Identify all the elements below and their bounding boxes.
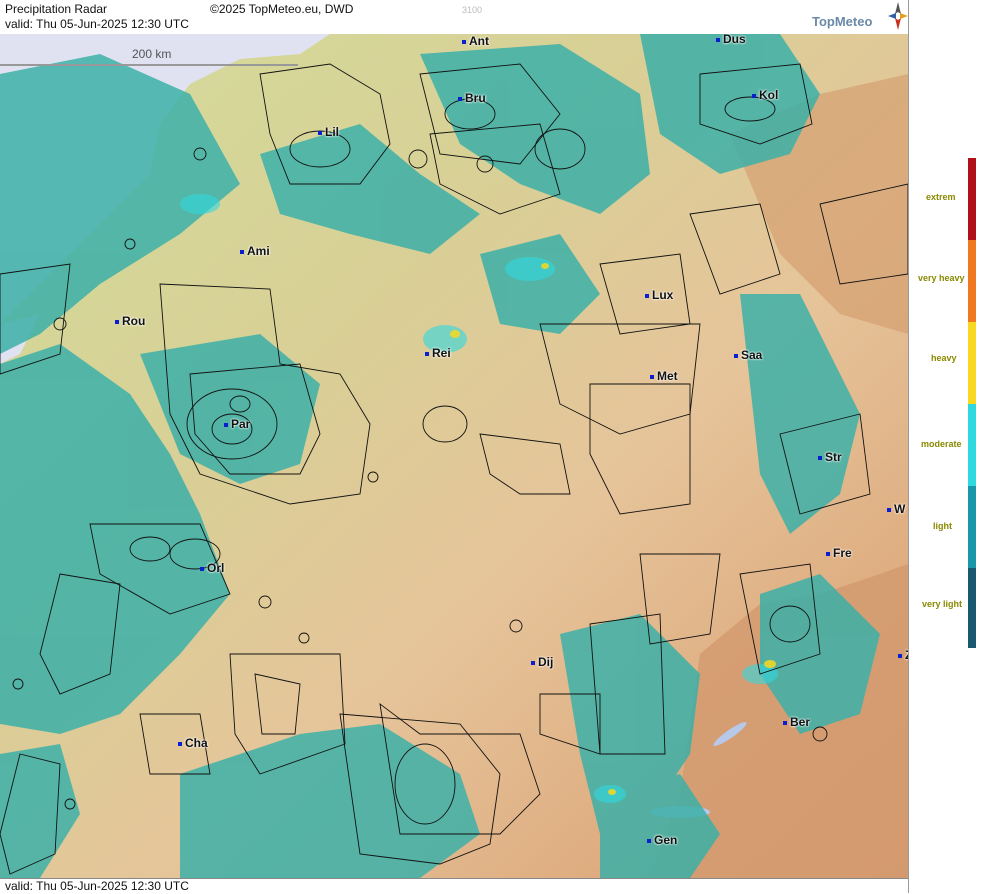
- city-geneva[interactable]: Gen: [647, 833, 677, 847]
- city-marker-icon: [462, 39, 466, 44]
- radar-map[interactable]: 200 km Ant Dus Bru Kol Lil Ami Lux Rou R…: [0, 34, 908, 878]
- legend-label-heavy: heavy: [931, 353, 957, 363]
- map-title: Precipitation Radar: [5, 2, 108, 16]
- legend-swatch-moderate: [968, 404, 976, 486]
- city-marker-icon: [318, 130, 322, 135]
- header-bar: Precipitation Radar ©2025 TopMeteo.eu, D…: [0, 0, 908, 35]
- copyright-text: ©2025 TopMeteo.eu, DWD: [210, 2, 354, 16]
- scale-label: 200 km: [132, 47, 172, 61]
- city-marker-icon: [818, 455, 822, 460]
- footer-bar: valid: Thu 05-Jun-2025 12:30 UTC: [0, 878, 908, 894]
- city-saarbrucken[interactable]: Saa: [734, 348, 762, 362]
- city-marker-icon: [531, 660, 535, 665]
- city-dijon[interactable]: Dij: [531, 655, 553, 669]
- city-marker-icon: [200, 566, 204, 571]
- legend-label-moderate: moderate: [921, 439, 962, 449]
- legend-label-very-heavy: very heavy: [918, 273, 965, 283]
- map-code: 3100: [462, 5, 483, 15]
- city-z[interactable]: Z: [898, 648, 908, 662]
- city-marker-icon: [783, 720, 787, 725]
- city-rouen[interactable]: Rou: [115, 314, 145, 328]
- legend-label-extrem: extrem: [926, 192, 956, 202]
- precip-legend: extrem very heavy heavy moderate light v…: [908, 0, 1000, 893]
- city-reims[interactable]: Rei: [425, 346, 451, 360]
- city-paris[interactable]: Par: [224, 417, 250, 431]
- city-lille[interactable]: Lil: [318, 125, 339, 139]
- footer-valid-time: valid: Thu 05-Jun-2025 12:30 UTC: [5, 879, 189, 893]
- city-dusseldorf[interactable]: Dus: [716, 34, 746, 46]
- legend-swatch-very-light: [968, 568, 976, 648]
- map-canvas: [0, 34, 908, 878]
- city-bern[interactable]: Ber: [783, 715, 810, 729]
- city-marker-icon: [716, 37, 720, 42]
- city-orleans[interactable]: Orl: [200, 561, 224, 575]
- city-metz[interactable]: Met: [650, 369, 678, 383]
- city-marker-icon: [752, 93, 756, 98]
- city-marker-icon: [734, 353, 738, 358]
- legend-swatch-light: [968, 486, 976, 568]
- city-chateauroux[interactable]: Cha: [178, 736, 208, 750]
- city-marker-icon: [898, 653, 902, 658]
- city-marker-icon: [224, 422, 228, 427]
- legend-label-light: light: [933, 521, 952, 531]
- city-w[interactable]: W: [887, 502, 905, 516]
- city-marker-icon: [115, 319, 119, 324]
- valid-time: valid: Thu 05-Jun-2025 12:30 UTC: [5, 17, 189, 31]
- compass-icon: [888, 2, 908, 30]
- city-freiburg[interactable]: Fre: [826, 546, 852, 560]
- city-marker-icon: [645, 293, 649, 298]
- city-antwerp[interactable]: Ant: [462, 34, 489, 48]
- city-amiens[interactable]: Ami: [240, 244, 270, 258]
- topmeteo-logo: TopMeteo: [812, 14, 873, 29]
- legend-swatch-heavy: [968, 322, 976, 404]
- legend-swatch-very-heavy: [968, 240, 976, 322]
- city-marker-icon: [178, 741, 182, 746]
- city-marker-icon: [425, 351, 429, 356]
- city-marker-icon: [650, 374, 654, 379]
- city-marker-icon: [458, 96, 462, 101]
- city-strasbourg[interactable]: Str: [818, 450, 842, 464]
- city-marker-icon: [647, 838, 651, 843]
- legend-swatch-extrem: [968, 158, 976, 240]
- city-brussels[interactable]: Bru: [458, 91, 486, 105]
- legend-label-very-light: very light: [922, 599, 963, 609]
- city-marker-icon: [826, 551, 830, 556]
- city-marker-icon: [887, 507, 891, 512]
- city-luxembourg[interactable]: Lux: [645, 288, 673, 302]
- city-marker-icon: [240, 249, 244, 254]
- city-koln[interactable]: Kol: [752, 88, 778, 102]
